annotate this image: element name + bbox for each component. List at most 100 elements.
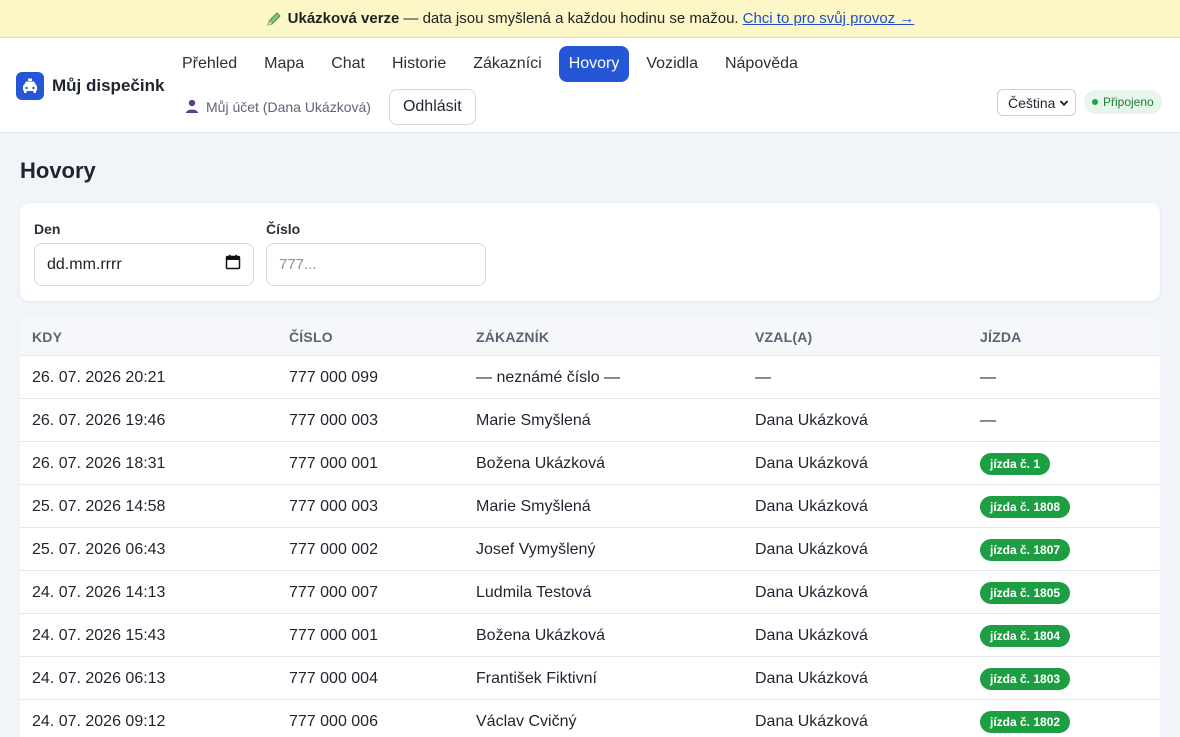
table-row[interactable]: 26. 07. 2026 18:31 777 000 001 Božena Ukáz… bbox=[20, 442, 1160, 485]
column-header-cislo[interactable]: ČÍSLO bbox=[289, 317, 333, 357]
nav-item-napoveda[interactable]: Nápověda bbox=[715, 46, 808, 82]
column-header-jizda[interactable]: JÍZDA bbox=[980, 317, 1021, 357]
cell-ride: jízda č. 1803 bbox=[980, 657, 1071, 700]
number-input[interactable] bbox=[266, 243, 486, 286]
calendar-icon[interactable] bbox=[225, 254, 241, 275]
cell-when: 26. 07. 2026 19:46 bbox=[32, 412, 166, 429]
cell-number: 777 000 004 bbox=[289, 670, 378, 687]
cell-ride: jízda č. 1804 bbox=[980, 614, 1071, 657]
cell-when: 25. 07. 2026 14:58 bbox=[32, 498, 166, 515]
cell-taken-by: Dana Ukázková bbox=[755, 412, 868, 429]
nav-item-zakaznici[interactable]: Zákazníci bbox=[463, 46, 551, 82]
cell-customer: Josef Vymyšlený bbox=[476, 541, 596, 558]
table-body: 26. 07. 2026 20:21 777 000 099 — neznámé č… bbox=[20, 356, 1160, 737]
nav-item-prehled[interactable]: Přehled bbox=[172, 46, 247, 82]
column-header-kdy[interactable]: KDY bbox=[32, 317, 62, 357]
table-row[interactable]: 26. 07. 2026 19:46 777 000 003 Marie Smyšl… bbox=[20, 399, 1160, 442]
cell-taken-by: Dana Ukázková bbox=[755, 713, 868, 730]
status-dot-icon bbox=[1092, 99, 1098, 105]
page-title: Hovory bbox=[20, 158, 96, 183]
column-header-zakaznik[interactable]: ZÁKAZNÍK bbox=[476, 317, 549, 357]
cell-ride: — bbox=[980, 369, 996, 386]
cell-customer: Marie Smyšlená bbox=[476, 498, 591, 515]
taxi-icon bbox=[16, 72, 44, 100]
pencil-icon bbox=[266, 11, 282, 27]
table-row[interactable]: 24. 07. 2026 14:13 777 000 007 Ludmila Tes… bbox=[20, 571, 1160, 614]
number-label: Číslo bbox=[266, 221, 301, 237]
cell-when: 26. 07. 2026 18:31 bbox=[32, 455, 166, 472]
account-row: Můj účet (Dana Ukázková) Odhlásit bbox=[184, 89, 476, 125]
banner-link[interactable]: Chci to pro svůj provoz → bbox=[743, 10, 915, 27]
cell-when: 24. 07. 2026 14:13 bbox=[32, 584, 166, 601]
connection-status-badge: Připojeno bbox=[1084, 90, 1162, 114]
table-row[interactable]: 24. 07. 2026 06:13 777 000 004 František F… bbox=[20, 657, 1160, 700]
brand[interactable]: Můj dispečink bbox=[16, 72, 164, 100]
logout-button[interactable]: Odhlásit bbox=[388, 89, 476, 125]
cell-ride: — bbox=[980, 412, 996, 429]
status-label: Připojeno bbox=[1103, 95, 1154, 109]
cell-number: 777 000 006 bbox=[289, 713, 378, 730]
app-header: Můj dispečink Přehled Mapa Chat Historie… bbox=[0, 38, 1180, 133]
cell-when: 24. 07. 2026 06:13 bbox=[32, 670, 166, 687]
nav-item-vozidla[interactable]: Vozidla bbox=[636, 46, 708, 82]
cell-customer: Václav Cvičný bbox=[476, 713, 577, 730]
cell-number: 777 000 007 bbox=[289, 584, 378, 601]
cell-when: 24. 07. 2026 15:43 bbox=[32, 627, 166, 644]
cell-number: 777 000 002 bbox=[289, 541, 378, 558]
ride-badge[interactable]: jízda č. 1803 bbox=[980, 667, 1071, 690]
ride-badge[interactable]: jízda č. 1804 bbox=[980, 624, 1071, 647]
cell-ride: jízda č. 1 bbox=[980, 442, 1051, 485]
calls-table: KDY ČÍSLO ZÁKAZNÍK VZAL(A) JÍZDA 26. 07.… bbox=[20, 317, 1160, 737]
account-link[interactable]: Můj účet (Dana Ukázková) bbox=[184, 98, 371, 117]
cell-number: 777 000 099 bbox=[289, 369, 378, 386]
table-row[interactable]: 24. 07. 2026 09:12 777 000 006 Václav Cvič… bbox=[20, 700, 1160, 737]
account-label: Můj účet (Dana Ukázková) bbox=[206, 99, 371, 115]
cell-customer: Ludmila Testová bbox=[476, 584, 592, 601]
cell-when: 25. 07. 2026 06:43 bbox=[32, 541, 166, 558]
cell-taken-by: Dana Ukázková bbox=[755, 498, 868, 515]
cell-taken-by: Dana Ukázková bbox=[755, 455, 868, 472]
ride-badge[interactable]: jízda č. 1808 bbox=[980, 495, 1071, 518]
chevron-down-icon bbox=[1059, 95, 1069, 111]
nav-item-historie[interactable]: Historie bbox=[382, 46, 456, 82]
cell-ride: jízda č. 1808 bbox=[980, 485, 1071, 528]
cell-ride: jízda č. 1807 bbox=[980, 528, 1071, 571]
cell-number: 777 000 001 bbox=[289, 627, 378, 644]
cell-taken-by: Dana Ukázková bbox=[755, 670, 868, 687]
ride-badge[interactable]: jízda č. 1807 bbox=[980, 538, 1071, 561]
user-icon bbox=[184, 98, 206, 117]
brand-name: Můj dispečink bbox=[52, 76, 165, 95]
banner-text: — data jsou smyšlená a každou hodinu se … bbox=[403, 10, 739, 27]
cell-customer: — neznámé číslo — bbox=[476, 369, 621, 386]
table-row[interactable]: 26. 07. 2026 20:21 777 000 099 — neznámé č… bbox=[20, 356, 1160, 399]
demo-banner: Ukázková verze — data jsou smyšlená a ka… bbox=[0, 0, 1180, 38]
cell-ride: jízda č. 1805 bbox=[980, 571, 1071, 614]
cell-ride: jízda č. 1802 bbox=[980, 700, 1071, 737]
cell-when: 26. 07. 2026 20:21 bbox=[32, 369, 166, 386]
nav-item-chat[interactable]: Chat bbox=[321, 46, 375, 82]
table-row[interactable]: 25. 07. 2026 06:43 777 000 002 Josef Vymyš… bbox=[20, 528, 1160, 571]
banner-title: Ukázková verze bbox=[287, 10, 400, 27]
cell-customer: František Fiktivní bbox=[476, 670, 597, 687]
table-header: KDY ČÍSLO ZÁKAZNÍK VZAL(A) JÍZDA bbox=[20, 317, 1160, 356]
column-header-vzal[interactable]: VZAL(A) bbox=[755, 317, 812, 357]
ride-badge[interactable]: jízda č. 1805 bbox=[980, 581, 1071, 604]
ride-badge[interactable]: jízda č. 1802 bbox=[980, 710, 1071, 733]
day-date-input[interactable]: dd.mm.rrrr bbox=[34, 243, 254, 286]
cell-customer: Božena Ukázková bbox=[476, 627, 605, 644]
cell-taken-by: Dana Ukázková bbox=[755, 541, 868, 558]
cell-number: 777 000 001 bbox=[289, 455, 378, 472]
ride-badge[interactable]: jízda č. 1 bbox=[980, 452, 1051, 475]
table-row[interactable]: 25. 07. 2026 14:58 777 000 003 Marie Smyšl… bbox=[20, 485, 1160, 528]
table-row[interactable]: 24. 07. 2026 15:43 777 000 001 Božena Ukáz… bbox=[20, 614, 1160, 657]
nav-item-hovory[interactable]: Hovory bbox=[558, 46, 630, 82]
cell-number: 777 000 003 bbox=[289, 412, 378, 429]
cell-when: 24. 07. 2026 09:12 bbox=[32, 713, 166, 730]
cell-taken-by: — bbox=[755, 369, 771, 386]
language-select[interactable]: Čeština bbox=[997, 89, 1076, 116]
day-label: Den bbox=[34, 221, 61, 237]
main-nav: Přehled Mapa Chat Historie Zákazníci Hov… bbox=[172, 46, 815, 82]
cell-customer: Božena Ukázková bbox=[476, 455, 605, 472]
nav-item-mapa[interactable]: Mapa bbox=[254, 46, 314, 82]
day-placeholder: dd.mm.rrrr bbox=[47, 255, 122, 273]
